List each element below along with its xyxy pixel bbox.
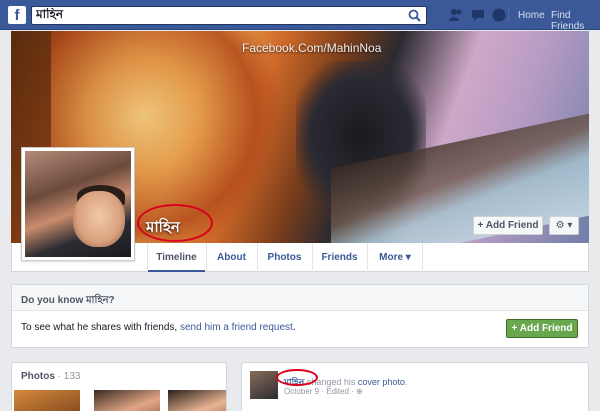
send-friend-request-link[interactable]: send him a friend request <box>180 322 293 333</box>
profile-picture-image <box>25 151 131 257</box>
add-friend-green-icon: + <box>511 323 518 334</box>
photos-title[interactable]: Photos · 133 <box>21 371 80 382</box>
story-meta: October 9 · Edited · ⊕ <box>284 387 363 396</box>
gear-icon: ⚙ ▾ <box>555 220 573 231</box>
profile-picture[interactable] <box>21 147 135 261</box>
add-friend-green-label: Add Friend <box>519 323 573 334</box>
do-you-know-box: Do you know মাহিন? To see what he shares… <box>11 284 589 348</box>
photos-title-label: Photos <box>21 371 55 382</box>
top-bar: f Home Find Friends <box>0 0 600 32</box>
search-icon[interactable] <box>408 9 421 22</box>
tab-friends[interactable]: Friends <box>312 243 366 272</box>
messages-icon[interactable] <box>470 7 486 23</box>
story-period: . <box>404 377 408 387</box>
photos-box: Photos · 133 <box>11 362 227 411</box>
add-friend-label: Add Friend <box>485 220 539 231</box>
facebook-logo-icon[interactable]: f <box>8 6 26 24</box>
notifications-globe-icon[interactable] <box>491 7 507 23</box>
photo-thumbnail[interactable] <box>94 390 160 411</box>
story-name-highlight-circle <box>276 369 318 386</box>
find-friends-link[interactable]: Find Friends <box>551 10 600 32</box>
do-you-know-title: Do you know মাহিন? <box>21 295 115 306</box>
add-friend-green-button[interactable]: + Add Friend <box>506 319 578 338</box>
nav-separator <box>508 8 509 22</box>
search-box[interactable] <box>31 6 427 25</box>
tab-more[interactable]: More ▾ <box>367 243 423 272</box>
cover-photo-link[interactable]: cover photo <box>358 377 405 387</box>
settings-dropdown-button[interactable]: ⚙ ▾ <box>549 216 579 235</box>
story-avatar[interactable] <box>250 371 278 399</box>
profile-face <box>73 191 125 247</box>
photo-thumbnail[interactable] <box>14 390 80 411</box>
tab-timeline[interactable]: Timeline <box>147 243 205 272</box>
add-friend-icon: + <box>477 220 484 231</box>
cover-watermark: Facebook.Com/MahinNoa <box>242 41 382 55</box>
do-you-know-text: To see what he shares with friends, send… <box>21 322 296 333</box>
photos-count: · 133 <box>57 371 81 382</box>
do-you-know-header: Do you know মাহিন? <box>12 285 588 311</box>
friend-requests-icon[interactable] <box>448 7 464 23</box>
tab-about[interactable]: About <box>206 243 256 272</box>
do-you-know-suffix: . <box>292 322 296 333</box>
add-friend-button[interactable]: + Add Friend <box>473 216 543 235</box>
search-input[interactable] <box>36 8 396 23</box>
do-you-know-prefix: To see what he shares with friends, <box>21 322 178 333</box>
name-highlight-circle <box>137 204 213 242</box>
photo-thumbnail[interactable] <box>168 390 226 411</box>
home-link[interactable]: Home <box>518 10 545 21</box>
tab-photos[interactable]: Photos <box>257 243 311 272</box>
